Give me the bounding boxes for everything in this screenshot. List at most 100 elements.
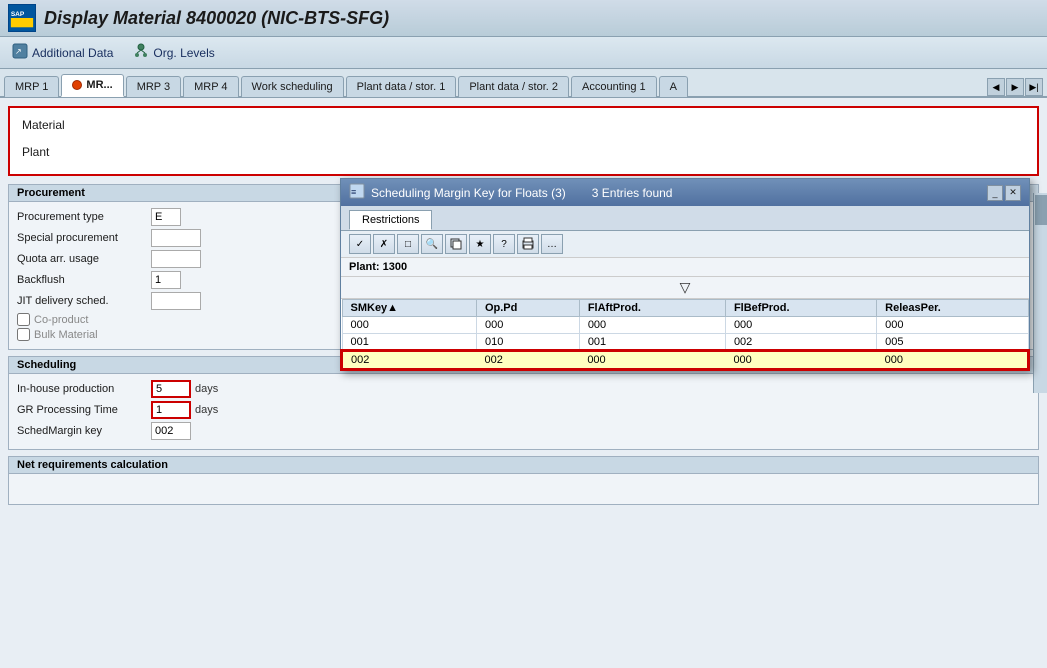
dialog-tool-star[interactable]: ★ <box>469 234 491 254</box>
dialog-tabs: Restrictions <box>341 206 1029 231</box>
title-bar: SAP Display Material 8400020 (NIC-BTS-SF… <box>0 0 1047 37</box>
dialog-plant-label: Plant: 1300 <box>341 258 1029 277</box>
dialog-tool-find[interactable]: 🔍 <box>421 234 443 254</box>
dialog-filter-row: ▽ <box>341 277 1029 299</box>
gr-processing-row: GR Processing Time days <box>17 401 1030 419</box>
main-content: Material Plant Procurement Procurement t… <box>0 98 1047 668</box>
col-releasper: ReleasPer. <box>877 300 1028 317</box>
dialog-tool-check[interactable]: ✓ <box>349 234 371 254</box>
cell-smkey: 001 <box>342 334 476 352</box>
additional-data-button[interactable]: ↗ Additional Data <box>8 41 117 64</box>
col-flaftprod: FlAftProd. <box>579 300 725 317</box>
cell-releasper: 000 <box>877 317 1028 334</box>
material-value-field <box>106 116 1025 136</box>
tab-nav-buttons: ◀ ▶ ▶| <box>987 78 1043 96</box>
tab-work-scheduling[interactable]: Work scheduling <box>241 76 344 97</box>
dialog-tab-restrictions[interactable]: Restrictions <box>349 210 432 230</box>
dialog-toolbar: ✓ ✗ □ 🔍 ★ ? … <box>341 231 1029 258</box>
net-requirements-content <box>9 474 1038 504</box>
coproduct-label: Co-product <box>34 314 88 326</box>
org-levels-button[interactable]: Org. Levels <box>129 41 218 64</box>
table-row[interactable]: 001 010 001 002 005 <box>342 334 1028 352</box>
sched-margin-row: SchedMargin key <box>17 422 1030 440</box>
dialog-tool-more[interactable]: … <box>541 234 563 254</box>
procurement-type-input[interactable] <box>151 208 181 226</box>
coproduct-checkbox[interactable] <box>17 313 30 326</box>
tab-plant-data-2[interactable]: Plant data / stor. 2 <box>458 76 569 97</box>
tab-mrp3[interactable]: MRP 3 <box>126 76 181 97</box>
sched-margin-input[interactable] <box>151 422 191 440</box>
dialog-title-left: ≡ Scheduling Margin Key for Floats (3) 3… <box>349 183 672 202</box>
gr-processing-input[interactable] <box>151 401 191 419</box>
col-oppd: Op.Pd <box>476 300 579 317</box>
svg-text:↗: ↗ <box>15 47 22 56</box>
dialog-title-bar: ≡ Scheduling Margin Key for Floats (3) 3… <box>341 179 1029 206</box>
tab-plant-data-1[interactable]: Plant data / stor. 1 <box>346 76 457 97</box>
dialog-icon: ≡ <box>349 183 365 202</box>
table-row[interactable]: 000 000 000 000 000 <box>342 317 1028 334</box>
jit-input[interactable] <box>151 292 201 310</box>
cell-smkey: 002 <box>342 351 476 369</box>
cell-releasper: 005 <box>877 334 1028 352</box>
additional-data-icon: ↗ <box>12 43 28 62</box>
cell-flaftprod: 000 <box>579 317 725 334</box>
dialog-tool-print[interactable] <box>517 234 539 254</box>
plant-value-field <box>106 143 1025 163</box>
active-tab-indicator <box>72 80 82 90</box>
inhouse-production-unit: days <box>195 383 218 395</box>
org-levels-icon <box>133 43 149 62</box>
tabs-bar: MRP 1 MR... MRP 3 MRP 4 Work scheduling … <box>0 69 1047 98</box>
special-procurement-input[interactable] <box>151 229 201 247</box>
bulk-material-label: Bulk Material <box>34 329 98 341</box>
cell-oppd: 000 <box>476 317 579 334</box>
tab-nav-last[interactable]: ▶| <box>1025 78 1043 96</box>
scheduling-content: In-house production days GR Processing T… <box>9 374 1038 449</box>
cell-oppd: 002 <box>476 351 579 369</box>
dialog-tool-help[interactable]: ? <box>493 234 515 254</box>
col-flbefprod: FlBefProd. <box>725 300 876 317</box>
cell-flaftprod: 001 <box>579 334 725 352</box>
dialog-tool-new[interactable]: □ <box>397 234 419 254</box>
tab-nav-prev[interactable]: ◀ <box>987 78 1005 96</box>
material-plant-panel: Material Plant <box>8 106 1039 176</box>
jit-label: JIT delivery sched. <box>17 295 147 307</box>
tab-mrp4[interactable]: MRP 4 <box>183 76 238 97</box>
tab-accounting[interactable]: Accounting 1 <box>571 76 657 97</box>
bulk-material-checkbox[interactable] <box>17 328 30 341</box>
cell-flaftprod: 000 <box>579 351 725 369</box>
quota-arr-input[interactable] <box>151 250 201 268</box>
dialog-subtitle-text: 3 Entries found <box>592 186 673 200</box>
main-scrollbar[interactable] <box>1033 193 1047 393</box>
dialog-minimize-button[interactable]: _ <box>987 185 1003 201</box>
tab-nav-next[interactable]: ▶ <box>1006 78 1024 96</box>
tab-mrp2[interactable]: MR... <box>61 74 123 97</box>
additional-data-label: Additional Data <box>32 46 113 60</box>
inhouse-production-input[interactable] <box>151 380 191 398</box>
sched-margin-label: SchedMargin key <box>17 425 147 437</box>
cell-flbefprod: 000 <box>725 351 876 369</box>
sap-logo: SAP <box>8 4 36 32</box>
backflush-input[interactable] <box>151 271 181 289</box>
plant-label: Plant <box>22 143 102 159</box>
svg-text:SAP: SAP <box>11 11 25 18</box>
svg-text:≡: ≡ <box>351 187 356 197</box>
dialog-tool-copy[interactable] <box>445 234 467 254</box>
tab-a[interactable]: A <box>659 76 688 97</box>
col-smkey: SMKey▲ <box>342 300 476 317</box>
table-row-highlighted[interactable]: 002 002 000 000 000 <box>342 351 1028 369</box>
dialog-tool-cancel[interactable]: ✗ <box>373 234 395 254</box>
cell-flbefprod: 002 <box>725 334 876 352</box>
inhouse-production-label: In-house production <box>17 383 147 395</box>
material-label: Material <box>22 116 102 132</box>
dialog-close-button[interactable]: ✕ <box>1005 185 1021 201</box>
tab-mrp1[interactable]: MRP 1 <box>4 76 59 97</box>
scrollbar-thumb[interactable] <box>1035 195 1047 225</box>
cell-oppd: 010 <box>476 334 579 352</box>
dialog-title-text: Scheduling Margin Key for Floats (3) <box>371 186 566 200</box>
page-title: Display Material 8400020 (NIC-BTS-SFG) <box>44 8 389 29</box>
dialog-close-buttons: _ ✕ <box>987 185 1021 201</box>
quota-arr-label: Quota arr. usage <box>17 253 147 265</box>
org-levels-label: Org. Levels <box>153 46 214 60</box>
gr-processing-label: GR Processing Time <box>17 404 147 416</box>
filter-icon: ▽ <box>680 279 691 295</box>
